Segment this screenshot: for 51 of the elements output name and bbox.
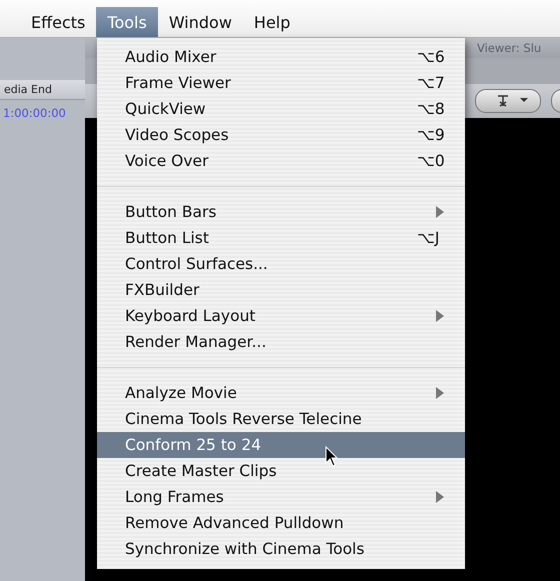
window-title: Viewer: Slu: [477, 41, 542, 55]
column-header: edia End: [0, 80, 85, 100]
menu-item-label: Keyboard Layout: [125, 307, 256, 325]
menu-item-label: Create Master Clips: [125, 462, 278, 480]
menu-item-label: Button List: [125, 229, 210, 247]
menu-item-label: Conform 25 to 24: [125, 436, 262, 454]
menu-item[interactable]: FXBuilder: [97, 277, 465, 303]
menu-item-label: Button Bars: [125, 203, 218, 221]
menu-item-label: Control Surfaces...: [125, 255, 269, 273]
menu-item[interactable]: Create Master Clips: [97, 458, 465, 484]
shortcut-label: ⌥7: [417, 74, 445, 92]
menu-item-label: FXBuilder: [125, 281, 200, 299]
shortcut-label: ⌥6: [417, 48, 445, 66]
menu-item[interactable]: Voice Over ⌥0: [97, 148, 465, 174]
menu-item[interactable]: Render Manager...: [97, 329, 465, 355]
menu-title[interactable]: Effects: [20, 7, 96, 37]
menu-item[interactable]: Video Scopes ⌥9: [97, 122, 465, 148]
menu-item-label: Analyze Movie: [125, 384, 238, 402]
menu-item[interactable]: Frame Viewer ⌥7: [97, 70, 465, 96]
menu-item-label: Audio Mixer: [125, 48, 218, 66]
shortcut-label: ⌥0: [417, 152, 445, 170]
menu-item-label: Cinema Tools Reverse Telecine: [125, 410, 363, 428]
menu-item[interactable]: Keyboard Layout: [97, 303, 465, 329]
menu-item[interactable]: Control Surfaces...: [97, 251, 465, 277]
shortcut-label: ⌥9: [417, 126, 445, 144]
menu-item[interactable]: Remove Advanced Pulldown: [97, 510, 465, 536]
menu-item[interactable]: Button List ⌥J: [97, 225, 465, 251]
menu-item[interactable]: Audio Mixer ⌥6: [97, 44, 465, 70]
menu-title[interactable]: Tools: [96, 7, 158, 37]
menu-item-label: Remove Advanced Pulldown: [125, 514, 345, 532]
menu-item-label: Render Manager...: [125, 333, 268, 351]
menu-item-label: Video Scopes: [125, 126, 230, 144]
menu-item-label: QuickView: [125, 100, 207, 118]
menu-item-label: Synchronize with Cinema Tools: [125, 540, 366, 558]
menu-item[interactable]: Long Frames: [97, 484, 465, 510]
menu-item[interactable]: Button Bars: [97, 199, 465, 225]
timecode: 1:00:00:00: [2, 105, 67, 122]
menu-item-label: Frame Viewer: [125, 74, 232, 92]
menu-item-label: Long Frames: [125, 488, 225, 506]
menu-title[interactable]: Window: [158, 7, 243, 37]
menu-item[interactable]: Analyze Movie: [97, 380, 465, 406]
menu-item[interactable]: Conform 25 to 24: [97, 432, 465, 458]
menu-item[interactable]: QuickView ⌥8: [97, 96, 465, 122]
mouse-pointer-icon: [325, 446, 339, 468]
overlay-button[interactable]: [475, 89, 541, 113]
menu-item[interactable]: Cinema Tools Reverse Telecine: [97, 406, 465, 432]
menu-item-label: Voice Over: [125, 152, 210, 170]
menu-item[interactable]: Synchronize with Cinema Tools: [97, 536, 465, 562]
shortcut-label: ⌥8: [417, 100, 445, 118]
shortcut-label: ⌥J: [417, 229, 440, 247]
menu-title[interactable]: Help: [242, 7, 302, 37]
